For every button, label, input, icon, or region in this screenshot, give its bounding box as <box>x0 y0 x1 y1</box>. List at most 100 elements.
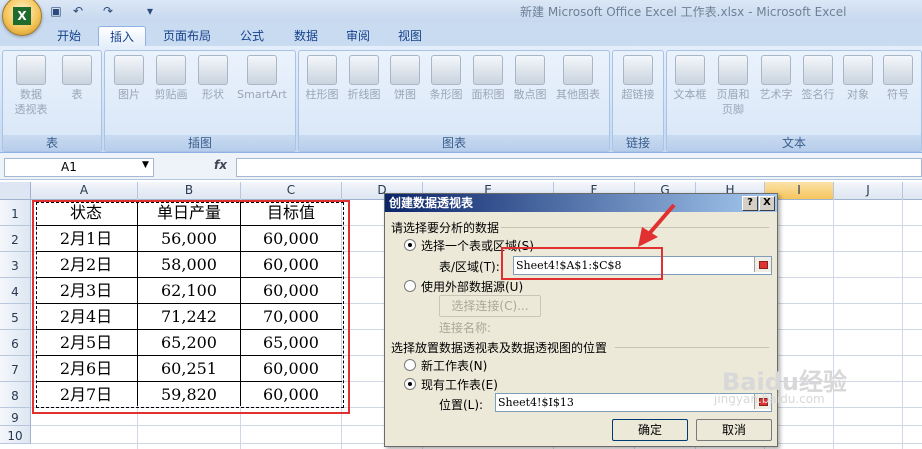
column-header[interactable]: A <box>31 182 138 199</box>
area-chart-button[interactable]: 面积图 <box>467 55 509 102</box>
radio-external-source[interactable] <box>404 280 416 292</box>
range-label: 表/区域(T): <box>439 260 500 274</box>
column-header[interactable]: J <box>834 182 903 199</box>
table-cell[interactable]: 60,251 <box>138 356 240 381</box>
cancel-button[interactable]: 取消 <box>696 419 772 441</box>
column-header[interactable]: C <box>241 182 342 199</box>
table-cell[interactable]: 56,000 <box>138 226 240 251</box>
table-cell[interactable]: 60,000 <box>241 252 341 277</box>
red-arrow-icon <box>638 203 676 247</box>
picture-button[interactable]: 图片 <box>109 55 149 102</box>
hyperlink-button[interactable]: 超链接 <box>615 55 661 102</box>
row-header[interactable]: 5 <box>0 304 31 330</box>
tab-view[interactable]: 视图 <box>386 26 434 46</box>
table-cell[interactable]: 65,200 <box>138 330 240 355</box>
help-icon[interactable]: ? <box>742 196 758 211</box>
table-cell[interactable]: 2月2日 <box>36 252 136 277</box>
symbol-button[interactable]: 符号 <box>879 55 917 102</box>
header-footer-icon <box>718 55 748 85</box>
table-cell[interactable]: 65,000 <box>241 330 341 355</box>
table-cell[interactable]: 60,000 <box>241 356 341 381</box>
table-cell[interactable]: 59,820 <box>138 382 240 407</box>
table-cell[interactable]: 2月5日 <box>36 330 136 355</box>
name-box[interactable]: A1 <box>4 158 154 177</box>
header-cell[interactable]: 状态 <box>36 200 136 225</box>
scatter-chart-button[interactable]: 散点图 <box>509 55 551 102</box>
radio-new-worksheet[interactable] <box>404 359 416 371</box>
collapse-dialog-icon[interactable] <box>754 257 771 272</box>
table-border <box>36 251 342 252</box>
save-icon[interactable]: ▣ <box>48 3 64 19</box>
header-cell[interactable]: 目标值 <box>241 200 341 225</box>
column-chart-button[interactable]: 柱形图 <box>301 55 343 102</box>
wordart-button[interactable]: 艺术字 <box>755 55 797 102</box>
row-header[interactable]: 8 <box>0 382 31 408</box>
tab-home[interactable]: 开始 <box>46 26 92 46</box>
table-cell[interactable]: 70,000 <box>241 304 341 329</box>
smartart-icon <box>247 55 277 85</box>
table-cell[interactable]: 2月4日 <box>36 304 136 329</box>
formula-input[interactable] <box>236 158 922 177</box>
button-label: 超链接 <box>621 88 655 101</box>
clipart-button[interactable]: 剪贴画 <box>149 55 193 102</box>
table-cell[interactable]: 60,000 <box>241 382 341 407</box>
customize-icon[interactable]: ▾ <box>142 3 158 19</box>
radio-new-worksheet-label[interactable]: 新工作表(N) <box>421 357 487 374</box>
row-header[interactable]: 4 <box>0 278 31 304</box>
header-footer-button[interactable]: 页眉和 页脚 <box>711 55 755 117</box>
tab-formulas[interactable]: 公式 <box>228 26 276 46</box>
undo-icon[interactable]: ↶ <box>70 3 86 19</box>
table-border <box>240 202 241 406</box>
tab-page-layout[interactable]: 页面布局 <box>152 26 222 46</box>
row-header[interactable]: 1 <box>0 200 31 226</box>
table-cell[interactable]: 71,242 <box>138 304 240 329</box>
table-cell[interactable]: 58,000 <box>138 252 240 277</box>
group-links: 超链接 链接 <box>612 50 664 152</box>
object-button[interactable]: 对象 <box>839 55 877 102</box>
close-icon[interactable]: X <box>759 196 775 211</box>
row-header[interactable]: 7 <box>0 356 31 382</box>
table-cell[interactable]: 62,100 <box>138 278 240 303</box>
smartart-button[interactable]: SmartArt <box>233 55 291 102</box>
table-border <box>137 202 138 406</box>
table-cell[interactable]: 2月7日 <box>36 382 136 407</box>
row-header[interactable]: 6 <box>0 330 31 356</box>
table-cell[interactable]: 2月1日 <box>36 226 136 251</box>
radio-external-source-label[interactable]: 使用外部数据源(U) <box>421 278 523 295</box>
tab-data[interactable]: 数据 <box>282 26 330 46</box>
insert-function-icon[interactable]: fx <box>214 158 232 175</box>
name-box-value: A1 <box>61 160 77 174</box>
table-cell[interactable]: 2月3日 <box>36 278 136 303</box>
choose-connection-button[interactable]: 选择连接(C)... <box>439 295 541 317</box>
radio-existing-worksheet[interactable] <box>404 378 416 390</box>
table-cell[interactable]: 2月6日 <box>36 356 136 381</box>
signature-line-button[interactable]: 签名行 <box>797 55 839 102</box>
section-location-label: 选择放置数据透视表及数据透视图的位置 <box>391 341 608 355</box>
row-header[interactable]: 10 <box>0 426 31 444</box>
row-header[interactable]: 2 <box>0 226 31 252</box>
table-button[interactable]: 表 <box>57 55 97 102</box>
column-header[interactable]: B <box>138 182 241 199</box>
chevron-down-icon[interactable]: ▼ <box>142 160 149 170</box>
ok-button[interactable]: 确定 <box>612 419 688 441</box>
header-cell[interactable]: 单日产量 <box>138 200 240 225</box>
row-header[interactable]: 9 <box>0 408 31 426</box>
shapes-button[interactable]: 形状 <box>193 55 233 102</box>
line-chart-button[interactable]: 折线图 <box>343 55 385 102</box>
dialog-title-bar[interactable]: 创建数据透视表 ? X <box>385 194 777 212</box>
tab-review[interactable]: 审阅 <box>334 26 382 46</box>
pivot-table-button[interactable]: 数据 透视表 <box>9 55 53 117</box>
pie-chart-button[interactable]: 饼图 <box>385 55 425 102</box>
table-cell[interactable]: 60,000 <box>241 278 341 303</box>
radio-select-range[interactable] <box>404 239 416 251</box>
bar-chart-button[interactable]: 条形图 <box>425 55 467 102</box>
textbox-button[interactable]: 文本框 <box>669 55 711 102</box>
row-header[interactable]: 3 <box>0 252 31 278</box>
tab-insert[interactable]: 插入 <box>98 26 146 47</box>
other-charts-button[interactable]: 其他图表 <box>551 55 605 102</box>
redo-icon[interactable]: ↷ <box>100 3 116 19</box>
radio-existing-worksheet-label[interactable]: 现有工作表(E) <box>421 376 498 393</box>
select-all-corner[interactable] <box>0 182 31 199</box>
table-cell[interactable]: 60,000 <box>241 226 341 251</box>
button-label: 图片 <box>118 88 140 101</box>
